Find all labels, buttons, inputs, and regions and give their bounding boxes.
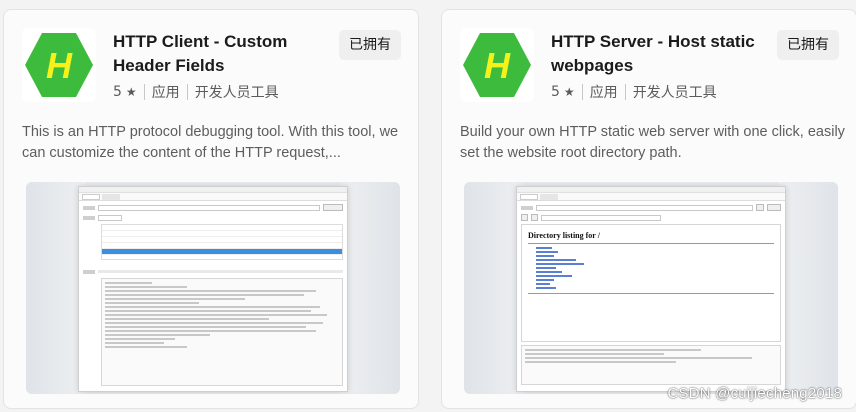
app-card-http-client[interactable]: H HTTP Client - Custom Header Fields 5 ★… xyxy=(3,9,419,409)
owned-button[interactable]: 已拥有 xyxy=(339,30,401,60)
app-card-http-server[interactable]: H HTTP Server - Host static webpages 5 ★… xyxy=(441,9,856,409)
app-description: This is an HTTP protocol debugging tool.… xyxy=(22,124,399,161)
category-label: 应用 xyxy=(589,85,618,101)
svg-text:H: H xyxy=(46,45,73,86)
subcategory-label: 开发人员工具 xyxy=(194,85,279,101)
app-meta: 5 ★ 应用 开发人员工具 xyxy=(551,82,717,102)
divider xyxy=(624,84,626,100)
screenshot-preview[interactable] xyxy=(26,182,400,394)
screenshot-preview[interactable]: Directory listing for / xyxy=(464,182,838,394)
app-title[interactable]: HTTP Client - Custom Header Fields xyxy=(113,30,323,78)
app-meta: 5 ★ 应用 开发人员工具 xyxy=(113,82,279,102)
app-title[interactable]: HTTP Server - Host static webpages xyxy=(551,30,761,78)
preview-window xyxy=(78,186,348,392)
watermark: CSDN @cuijiecheng2018 xyxy=(667,385,842,402)
divider xyxy=(143,84,145,100)
app-logo-icon: H xyxy=(22,28,96,102)
owned-button[interactable]: 已拥有 xyxy=(777,30,839,60)
divider xyxy=(186,84,188,100)
rating-value: 5 xyxy=(113,84,122,100)
svg-text:H: H xyxy=(484,45,511,86)
star-icon: ★ xyxy=(125,85,137,99)
category-label: 应用 xyxy=(151,85,180,101)
preview-window: Directory listing for / xyxy=(516,186,786,392)
subcategory-label: 开发人员工具 xyxy=(632,85,717,101)
star-icon: ★ xyxy=(563,85,575,99)
app-description: Build your own HTTP static web server wi… xyxy=(460,124,845,161)
app-logo-icon: H xyxy=(460,28,534,102)
divider xyxy=(581,84,583,100)
rating-value: 5 xyxy=(551,84,560,100)
directory-heading: Directory listing for / xyxy=(528,231,600,240)
